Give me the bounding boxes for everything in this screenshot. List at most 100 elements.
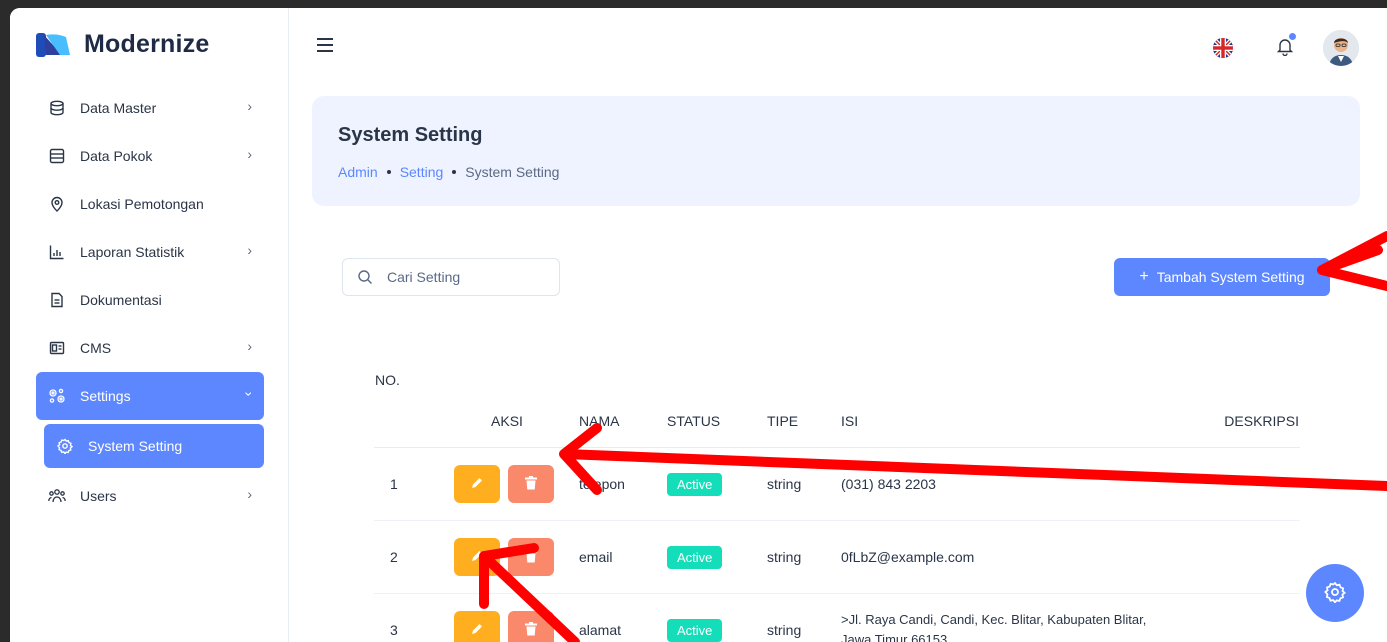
menu-toggle-icon[interactable] bbox=[317, 38, 333, 56]
column-header-isi: ISI bbox=[840, 356, 1222, 448]
column-header-no: NO. bbox=[374, 356, 436, 448]
table-row: 2 email Active string 0fLbZ@example.com bbox=[374, 520, 1300, 594]
breadcrumb-setting[interactable]: Setting bbox=[400, 164, 444, 180]
chevron-right-icon: › bbox=[247, 98, 252, 114]
breadcrumb-separator bbox=[452, 170, 457, 174]
sidebar-item-data-master[interactable]: Data Master › bbox=[36, 84, 264, 132]
column-header-tipe: TIPE bbox=[766, 356, 840, 448]
pencil-icon bbox=[470, 549, 484, 566]
delete-button[interactable] bbox=[508, 538, 554, 576]
column-header-nama: NAMA bbox=[578, 356, 666, 448]
sidebar-item-label: Dokumentasi bbox=[80, 292, 162, 308]
content-card: + Tambah System Setting NO. AKSI NAMA ST… bbox=[312, 206, 1360, 642]
search-box[interactable] bbox=[342, 258, 560, 296]
cell-nama: telepon bbox=[578, 447, 666, 521]
delete-button[interactable] bbox=[508, 465, 554, 503]
cell-no: 3 bbox=[374, 593, 436, 642]
cell-nama: email bbox=[578, 520, 666, 594]
column-header-status: STATUS bbox=[666, 356, 766, 448]
cell-aksi bbox=[436, 520, 578, 594]
edit-button[interactable] bbox=[454, 611, 500, 642]
brand-name: Modernize bbox=[84, 30, 210, 58]
table-header-row: NO. AKSI NAMA STATUS TIPE ISI DESKRIPSI bbox=[374, 356, 1300, 448]
brand[interactable]: Modernize bbox=[36, 30, 209, 59]
cell-tipe: string bbox=[766, 520, 840, 594]
settings-table: NO. AKSI NAMA STATUS TIPE ISI DESKRIPSI … bbox=[374, 356, 1300, 642]
status-badge: Active bbox=[667, 618, 723, 642]
breadcrumb-current: System Setting bbox=[465, 164, 560, 180]
avatar[interactable] bbox=[1323, 30, 1359, 66]
database-icon bbox=[48, 99, 66, 117]
gear-icon bbox=[1324, 581, 1347, 606]
chart-icon bbox=[48, 243, 66, 261]
breadcrumb-admin[interactable]: Admin bbox=[338, 164, 378, 180]
cell-deskripsi bbox=[1222, 593, 1300, 642]
chevron-right-icon: › bbox=[247, 242, 252, 258]
sidebar-subitem-label: System Setting bbox=[88, 438, 183, 454]
column-header-aksi: AKSI bbox=[436, 356, 578, 448]
trash-icon bbox=[525, 475, 537, 493]
sidebar-item-lokasi-pemotongan[interactable]: Lokasi Pemotongan bbox=[36, 180, 264, 228]
page-header: System Setting Admin Setting System Sett… bbox=[312, 96, 1360, 206]
cell-tipe: string bbox=[766, 593, 840, 642]
gear-icon bbox=[56, 437, 74, 455]
app-window: Modernize Data Master › Data Pokok › Lok… bbox=[10, 8, 1387, 642]
users-icon bbox=[48, 487, 66, 505]
cell-deskripsi bbox=[1222, 520, 1300, 594]
customizer-button[interactable] bbox=[1306, 564, 1364, 622]
sidebar-nav: Data Master › Data Pokok › Lokasi Pemoto… bbox=[36, 84, 264, 520]
cell-isi: (031) 843 2203 bbox=[840, 447, 1222, 521]
sidebar: Modernize Data Master › Data Pokok › Lok… bbox=[10, 8, 289, 642]
pencil-icon bbox=[470, 476, 484, 493]
table-row: 3 alamat Active string >Jl. Raya Candi, … bbox=[374, 593, 1300, 642]
sidebar-item-label: Data Master bbox=[80, 100, 157, 116]
cell-no: 2 bbox=[374, 520, 436, 594]
edit-button[interactable] bbox=[454, 538, 500, 576]
sidebar-item-label: Data Pokok bbox=[80, 148, 153, 164]
settings-icon bbox=[48, 387, 66, 405]
topbar bbox=[289, 8, 1387, 84]
cell-aksi bbox=[436, 593, 578, 642]
sidebar-item-label: Laporan Statistik bbox=[80, 244, 185, 260]
status-badge: Active bbox=[667, 472, 723, 496]
page-title: System Setting bbox=[338, 124, 483, 146]
cell-isi: 0fLbZ@example.com bbox=[840, 520, 1222, 594]
chevron-right-icon: › bbox=[247, 486, 252, 502]
cell-status: Active bbox=[666, 447, 766, 521]
cell-tipe: string bbox=[766, 447, 840, 521]
breadcrumb-separator bbox=[386, 170, 391, 174]
logo-icon bbox=[36, 31, 72, 59]
sidebar-subitem-system-setting[interactable]: System Setting bbox=[44, 424, 264, 468]
document-icon bbox=[48, 291, 66, 309]
cms-icon bbox=[48, 339, 66, 357]
sidebar-item-label: Lokasi Pemotongan bbox=[80, 196, 204, 212]
sidebar-item-label: Users bbox=[80, 488, 117, 504]
language-flag-icon[interactable] bbox=[1213, 38, 1233, 58]
breadcrumb: Admin Setting System Setting bbox=[338, 164, 559, 180]
sidebar-item-cms[interactable]: CMS › bbox=[36, 324, 264, 372]
plus-icon: + bbox=[1139, 268, 1149, 285]
chevron-right-icon: › bbox=[247, 146, 252, 162]
notification-bell-icon[interactable] bbox=[1275, 33, 1296, 61]
delete-button[interactable] bbox=[508, 611, 554, 642]
edit-button[interactable] bbox=[454, 465, 500, 503]
status-badge: Active bbox=[667, 545, 723, 569]
sidebar-item-users[interactable]: Users › bbox=[36, 472, 264, 520]
sidebar-item-label: Settings bbox=[80, 388, 131, 404]
cell-isi: >Jl. Raya Candi, Candi, Kec. Blitar, Kab… bbox=[840, 593, 1222, 642]
trash-icon bbox=[525, 621, 537, 639]
chevron-down-icon: › bbox=[241, 391, 258, 397]
sidebar-item-data-pokok[interactable]: Data Pokok › bbox=[36, 132, 264, 180]
sidebar-item-dokumentasi[interactable]: Dokumentasi bbox=[36, 276, 264, 324]
cell-status: Active bbox=[666, 520, 766, 594]
add-button-label: Tambah System Setting bbox=[1156, 269, 1305, 285]
sidebar-item-settings[interactable]: Settings › bbox=[36, 372, 264, 420]
cell-nama: alamat bbox=[578, 593, 666, 642]
cell-no: 1 bbox=[374, 447, 436, 521]
location-icon bbox=[48, 195, 66, 213]
search-input[interactable] bbox=[385, 268, 539, 286]
server-icon bbox=[48, 147, 66, 165]
chevron-right-icon: › bbox=[247, 338, 252, 354]
add-system-setting-button[interactable]: + Tambah System Setting bbox=[1114, 258, 1330, 296]
sidebar-item-laporan-statistik[interactable]: Laporan Statistik › bbox=[36, 228, 264, 276]
